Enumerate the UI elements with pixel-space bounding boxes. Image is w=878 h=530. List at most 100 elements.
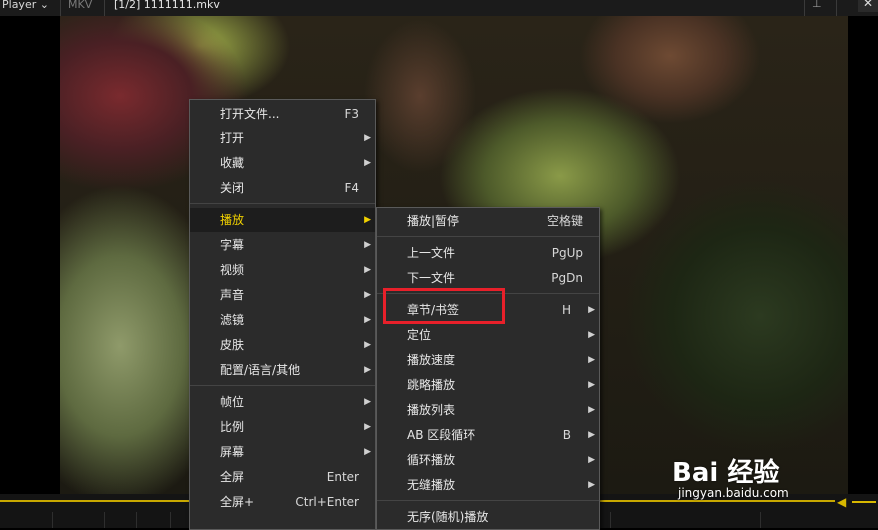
control-divider <box>610 512 611 528</box>
play-submenu-item-label: 上一文件 <box>407 246 456 260</box>
video-letterbox-right <box>848 16 878 494</box>
play-submenu-item[interactable]: 下一文件 PgDn <box>377 266 599 290</box>
submenu-arrow-icon: ▶ <box>364 215 371 225</box>
main-menu-item[interactable]: 播放 ▶ <box>190 208 375 232</box>
main-menu-item-label: 声音 <box>220 288 245 302</box>
play-submenu-item-label: AB 区段循环 <box>407 428 476 442</box>
play-submenu-item-label: 无序(随机)播放 <box>407 510 489 524</box>
annotation-highlight-box <box>383 288 505 324</box>
control-divider <box>170 512 171 528</box>
main-menu-item[interactable]: 关闭 F4 <box>190 176 375 200</box>
menu-divider <box>377 236 599 237</box>
main-menu-item-label: 打开 <box>220 131 245 145</box>
play-submenu-item-label: 无缝播放 <box>407 478 456 492</box>
main-menu-item-label: 播放 <box>220 213 245 227</box>
main-menu-item[interactable]: 滤镜 ▶ <box>190 308 375 332</box>
submenu-arrow-icon: ▶ <box>588 355 595 365</box>
play-submenu-item[interactable]: 上一文件 PgUp <box>377 241 599 265</box>
play-submenu-item[interactable]: 定位 ▶ <box>377 323 599 347</box>
submenu-arrow-icon: ▶ <box>364 290 371 300</box>
play-submenu-item-label: 定位 <box>407 328 432 342</box>
file-title: [1/2] 1111111.mkv <box>114 0 220 11</box>
main-menu-item-label: 视频 <box>220 263 245 277</box>
main-menu-item-label: 全屏+ <box>220 495 255 509</box>
app-menu-button[interactable]: Player ⌄ <box>0 0 53 11</box>
main-menu-item[interactable]: 视频 ▶ <box>190 258 375 282</box>
submenu-arrow-icon: ▶ <box>364 447 371 457</box>
submenu-arrow-icon: ▶ <box>588 480 595 490</box>
main-menu-item[interactable]: 声音 ▶ <box>190 283 375 307</box>
main-menu-item-label: 全屏 <box>220 470 245 484</box>
submenu-arrow-icon: ▶ <box>364 265 371 275</box>
main-menu-item-shortcut: Ctrl+Enter <box>295 495 359 509</box>
play-submenu-item-label: 播放|暂停 <box>407 214 460 228</box>
submenu-arrow-icon: ▶ <box>364 365 371 375</box>
submenu-arrow-icon: ▶ <box>588 430 595 440</box>
play-submenu-item-label: 循环播放 <box>407 453 456 467</box>
main-menu-item-label: 字幕 <box>220 238 245 252</box>
title-bar: Player ⌄ MKV [1/2] 1111111.mkv ⊥ ✕ <box>0 0 878 16</box>
main-menu-item-shortcut: F4 <box>344 181 359 195</box>
play-submenu-item-label: 播放速度 <box>407 353 456 367</box>
video-letterbox-left <box>0 16 60 494</box>
main-menu-item[interactable]: 打开 ▶ <box>190 126 375 150</box>
play-submenu-item[interactable]: 播放速度 ▶ <box>377 348 599 372</box>
main-menu-item-label: 配置/语言/其他 <box>220 363 301 377</box>
main-menu-item-label: 滤镜 <box>220 313 245 327</box>
submenu-arrow-icon: ▶ <box>588 455 595 465</box>
submenu-arrow-icon: ▶ <box>364 340 371 350</box>
main-menu-item[interactable]: 屏幕 ▶ <box>190 440 375 464</box>
main-menu-item-label: 关闭 <box>220 181 245 195</box>
main-menu-item-label: 收藏 <box>220 156 245 170</box>
main-menu-item[interactable]: 配置/语言/其他 ▶ <box>190 358 375 382</box>
play-submenu-item[interactable]: 无缝播放 ▶ <box>377 473 599 497</box>
menu-divider <box>190 385 375 386</box>
titlebar-divider <box>836 0 837 16</box>
main-menu-item[interactable]: 收藏 ▶ <box>190 151 375 175</box>
play-submenu-item-label: 下一文件 <box>407 271 456 285</box>
main-menu-item[interactable]: 皮肤 ▶ <box>190 333 375 357</box>
main-menu-item[interactable]: 全屏+ Ctrl+Enter <box>190 490 375 514</box>
play-submenu-item[interactable]: 无序(随机)播放 <box>377 505 599 529</box>
main-menu-item[interactable]: 比例 ▶ <box>190 415 375 439</box>
play-submenu: 播放|暂停 空格键 上一文件 PgUp 下一文件 PgDn 章节/书签 H ▶ 定位 ▶ 播放速度 ▶ 跳… <box>376 207 600 530</box>
control-divider <box>136 512 137 528</box>
submenu-arrow-icon: ▶ <box>364 240 371 250</box>
main-menu-item[interactable]: 全屏 Enter <box>190 465 375 489</box>
submenu-arrow-icon: ▶ <box>364 422 371 432</box>
play-submenu-item[interactable]: AB 区段循环 B ▶ <box>377 423 599 447</box>
main-menu-item[interactable]: 帧位 ▶ <box>190 390 375 414</box>
submenu-arrow-icon: ▶ <box>364 133 371 143</box>
main-menu-item-label: 比例 <box>220 420 245 434</box>
control-divider <box>104 512 105 528</box>
play-submenu-item[interactable]: 播放|暂停 空格键 <box>377 209 599 233</box>
submenu-arrow-icon: ▶ <box>364 315 371 325</box>
close-button[interactable]: ✕ <box>858 0 878 12</box>
control-divider <box>52 512 53 528</box>
main-menu-item-label: 皮肤 <box>220 338 245 352</box>
volume-slider[interactable] <box>852 501 876 503</box>
play-submenu-item-label: 播放列表 <box>407 403 456 417</box>
pin-icon[interactable]: ⊥ <box>812 0 822 10</box>
main-menu-item[interactable]: 打开文件... F3 <box>190 102 375 126</box>
play-submenu-item-shortcut: H <box>561 303 571 317</box>
baidu-watermark-logo: Bai 经验 <box>672 458 780 488</box>
main-menu-item-label: 屏幕 <box>220 445 245 459</box>
play-submenu-item[interactable]: 跳略播放 ▶ <box>377 373 599 397</box>
submenu-arrow-icon: ▶ <box>588 330 595 340</box>
play-submenu-item-shortcut: 空格键 <box>546 214 583 228</box>
control-divider <box>760 512 761 528</box>
play-submenu-item[interactable]: 循环播放 ▶ <box>377 448 599 472</box>
format-label: MKV <box>68 0 93 11</box>
play-submenu-item-shortcut: PgUp <box>551 246 583 260</box>
menu-divider <box>190 203 375 204</box>
volume-icon[interactable]: ◀ <box>837 495 846 509</box>
main-menu-item[interactable]: 字幕 ▶ <box>190 233 375 257</box>
main-menu-item-shortcut: F3 <box>344 107 359 121</box>
titlebar-divider <box>804 0 805 16</box>
submenu-arrow-icon: ▶ <box>588 380 595 390</box>
play-submenu-item[interactable]: 播放列表 ▶ <box>377 398 599 422</box>
play-submenu-item-shortcut: PgDn <box>551 271 583 285</box>
main-menu-item-shortcut: Enter <box>326 470 359 484</box>
play-submenu-item-shortcut: B <box>562 428 571 442</box>
